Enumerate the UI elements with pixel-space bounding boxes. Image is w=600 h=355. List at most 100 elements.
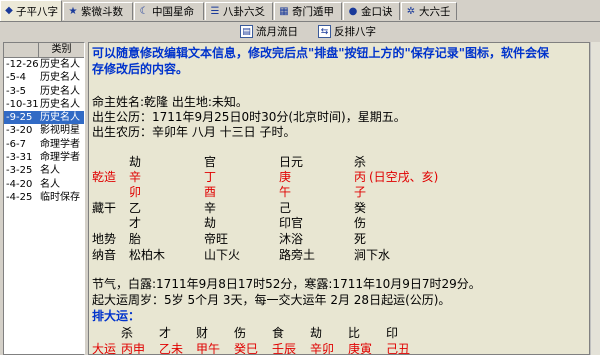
tab-label: 子平八字 bbox=[16, 5, 58, 18]
dayun-pillar: 甲午 bbox=[196, 342, 221, 355]
list-item-date: -3-5 bbox=[6, 85, 26, 97]
chart-text-editor[interactable]: 可以随意修改编辑文本信息，修改完后点"排盘"按钮上方的"保存记录"图标，软件会保… bbox=[88, 42, 590, 355]
dishi-month: 帝旺 bbox=[204, 232, 229, 246]
list-item[interactable]: -5-4 历史名人 bbox=[4, 71, 84, 84]
liuyue-liuri-button[interactable]: ▤ 流月流日 bbox=[240, 23, 298, 40]
zhi-day: 午 bbox=[279, 185, 292, 199]
fanpai-bazi-button[interactable]: ⇆ 反排八字 bbox=[318, 23, 376, 40]
dayun-shishen: 食 bbox=[272, 326, 285, 340]
list-item-date: -3-20 bbox=[6, 125, 33, 137]
nayin-label: 纳音 bbox=[92, 248, 117, 262]
tab-daliuren[interactable]: ✲ 大六壬 bbox=[401, 2, 457, 20]
list-item-category: 命理学者 bbox=[40, 152, 80, 164]
list-item-category: 历史名人 bbox=[40, 59, 80, 70]
list-item[interactable]: -3-5 历史名人 bbox=[4, 85, 84, 98]
list-item-date: -4-25 bbox=[6, 191, 33, 203]
list-item-selected[interactable]: -9-25 历史名人 bbox=[4, 111, 84, 125]
vertical-scrollbar[interactable] bbox=[590, 42, 600, 355]
zhi-month: 酉 bbox=[204, 185, 217, 199]
calendar-icon: ▤ bbox=[240, 25, 253, 38]
tab-qimen-dunjia[interactable]: ▦ 奇门遁甲 bbox=[274, 2, 342, 20]
tab-label: 大六壬 bbox=[419, 6, 451, 18]
toolbar: ▤ 流月流日 ⇆ 反排八字 bbox=[0, 22, 600, 41]
dayun-shishen: 杀 bbox=[121, 326, 134, 340]
zhi-hour: 子 bbox=[354, 185, 367, 199]
list-item-date: -10-31 bbox=[6, 98, 39, 110]
list-item-date: -6-7 bbox=[6, 138, 26, 150]
kongwang-note: (日空戌、亥) bbox=[369, 170, 439, 184]
zhi-year: 卯 bbox=[129, 185, 142, 199]
grid-icon: ▦ bbox=[279, 5, 289, 17]
list-item-category: 历史名人 bbox=[40, 85, 80, 97]
list-item-category: 临时保存 bbox=[40, 191, 80, 203]
list-item-date: -3-31 bbox=[6, 152, 33, 164]
list-item-category: 命理学者 bbox=[40, 138, 80, 150]
list-item[interactable]: -3-25 名人 bbox=[4, 164, 84, 177]
list-header-category[interactable]: 类别 bbox=[39, 43, 84, 57]
list-item-category: 影视明星 bbox=[40, 125, 80, 137]
list-item-date: -12-26 bbox=[6, 59, 39, 70]
chart-icon: ◆ bbox=[5, 5, 13, 16]
star-icon: ★ bbox=[68, 5, 78, 17]
list-item-date: -9-25 bbox=[6, 112, 33, 124]
dayun-shishen: 财 bbox=[196, 326, 209, 340]
list-header: 类别 bbox=[4, 43, 84, 58]
list-item[interactable]: -6-7 命理学者 bbox=[4, 138, 84, 151]
dayun-shishen: 伤 bbox=[234, 326, 247, 340]
dishi-label: 地势 bbox=[92, 232, 117, 246]
qianzao-label: 乾造 bbox=[92, 170, 117, 184]
list-item[interactable]: -12-26 历史名人 bbox=[4, 58, 84, 71]
list-item-category: 历史名人 bbox=[40, 112, 80, 124]
list-item[interactable]: -10-31 历史名人 bbox=[4, 98, 84, 111]
list-item-category: 名人 bbox=[40, 178, 60, 190]
nayin-hour: 涧下水 bbox=[354, 248, 391, 262]
list-item-date: -5-4 bbox=[6, 72, 26, 84]
coin-icon: ● bbox=[348, 5, 358, 17]
liuyue-label: 流月流日 bbox=[256, 26, 298, 38]
tab-label: 奇门遁甲 bbox=[292, 6, 334, 18]
list-item-date: -4-20 bbox=[6, 178, 33, 190]
list-item-date: -3-25 bbox=[6, 165, 33, 177]
tab-label: 紫微斗数 bbox=[81, 6, 123, 18]
tab-ziwei-doushu[interactable]: ★ 紫微斗数 bbox=[63, 2, 133, 20]
list-header-date[interactable] bbox=[4, 43, 39, 57]
lunar-birth-line: 出生农历：辛卯年 八月 十三日 子时。 bbox=[92, 125, 296, 139]
tab-label: 八卦六爻 bbox=[223, 6, 265, 18]
dayun-pillar: 乙未 bbox=[159, 342, 184, 355]
tab-zhongguo-xingming[interactable]: ☾ 中国星命 bbox=[134, 2, 204, 20]
fanpai-label: 反排八字 bbox=[334, 26, 376, 38]
tab-jinkoujue[interactable]: ● 金口诀 bbox=[343, 2, 400, 20]
dayun-shishen: 印 bbox=[386, 326, 399, 340]
tab-label: 金口诀 bbox=[361, 6, 393, 18]
list-item-category: 名人 bbox=[40, 165, 60, 177]
dayun-pillar: 己丑 bbox=[386, 342, 411, 355]
jieqi-line: 节气，白露:1711年9月8日17时52分，寒露:1711年10月9日7时29分… bbox=[92, 277, 481, 291]
tab-bagua-liuyao[interactable]: ☰ 八卦六爻 bbox=[205, 2, 273, 20]
list-item-category: 历史名人 bbox=[40, 72, 80, 84]
tab-label: 中国星命 bbox=[152, 6, 194, 18]
list-item[interactable]: -3-20 影视明星 bbox=[4, 124, 84, 137]
dishi-day: 沐浴 bbox=[279, 232, 304, 246]
record-list[interactable]: 类别 -12-26 历史名人 -5-4 历史名人 -3-5 历史名人 -10-31 历史… bbox=[3, 42, 85, 355]
pai-dayun-heading: 排大运： bbox=[92, 309, 141, 323]
reverse-icon: ⇆ bbox=[318, 25, 331, 38]
canggan-shishen-hour: 伤 bbox=[354, 216, 367, 230]
dayun-shishen: 劫 bbox=[310, 326, 323, 340]
dishi-year: 胎 bbox=[129, 232, 142, 246]
module-tab-bar: ◆ 子平八字 ★ 紫微斗数 ☾ 中国星命 ☰ 八卦六爻 ▦ 奇门遁甲 ● 金口诀 ✲ 大六壬 bbox=[0, 0, 600, 22]
nayin-day: 路旁土 bbox=[279, 248, 316, 262]
list-item[interactable]: -3-31 命理学者 bbox=[4, 151, 84, 164]
canggan-shishen-year: 才 bbox=[129, 216, 142, 230]
canggan-shishen-day: 印官 bbox=[279, 216, 304, 230]
canggan-label: 藏干 bbox=[92, 201, 117, 215]
dayun-pillar: 庚寅 bbox=[348, 342, 373, 355]
list-item[interactable]: -4-25 临时保存 bbox=[4, 191, 84, 204]
nayin-year: 松柏木 bbox=[129, 248, 166, 262]
dayun-pillar: 壬辰 bbox=[272, 342, 297, 355]
edit-notice-line1: 可以随意修改编辑文本信息，修改完后点"排盘"按钮上方的"保存记录"图标，软件会保 bbox=[92, 46, 550, 60]
wheel-icon: ✲ bbox=[406, 5, 416, 17]
tab-ziping-bazi[interactable]: ◆ 子平八字 bbox=[0, 0, 62, 21]
list-item[interactable]: -4-20 名人 bbox=[4, 178, 84, 191]
nayin-month: 山下火 bbox=[204, 248, 241, 262]
dayun-pillar: 癸巳 bbox=[234, 342, 259, 355]
